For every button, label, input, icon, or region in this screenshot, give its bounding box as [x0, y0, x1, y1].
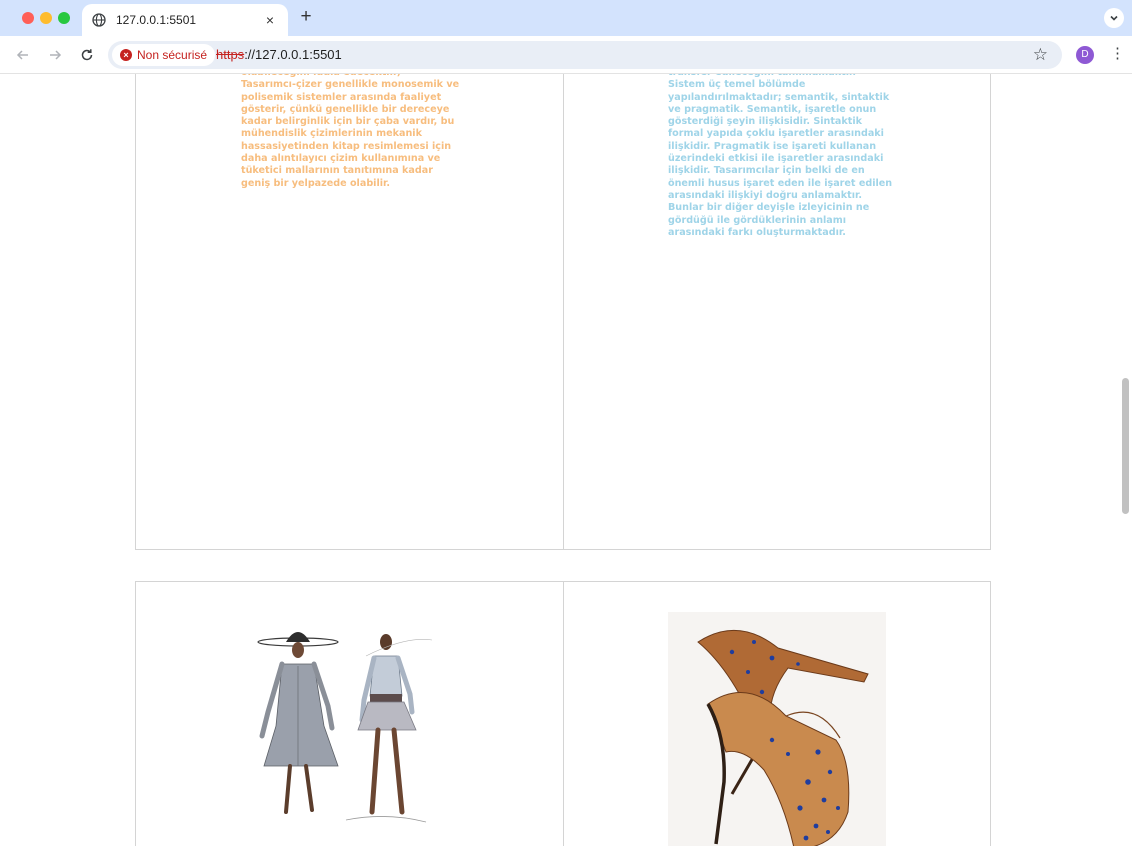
- close-window-button[interactable]: [22, 12, 34, 24]
- paragraph-line: ilişkidir. Pragmatik ise işareti kullana…: [668, 140, 877, 152]
- not-secure-icon: ×: [120, 49, 132, 61]
- kebab-menu-icon[interactable]: ⋮: [1110, 44, 1125, 62]
- star-icon[interactable]: ☆: [1033, 45, 1048, 65]
- paragraph-line: formal yapıda çoklu işaretler arasındaki: [668, 128, 884, 140]
- paragraph-line: kadar belirginlik için bir çaba vardır, …: [241, 116, 455, 128]
- tab-close-icon[interactable]: ×: [262, 12, 278, 28]
- image-cell-right: [563, 582, 990, 846]
- reload-icon: [81, 49, 93, 61]
- paragraph-line: Bunlar bir diğer deyişle izleyicinin ne: [668, 202, 870, 214]
- tab-search-button[interactable]: [1104, 8, 1124, 28]
- paragraph-line: üzerindeki etkisi ile işaretler arasında…: [668, 153, 884, 165]
- paragraph-line: daha alıntılayıcı çizim kullanımına ve: [241, 153, 441, 165]
- text-cell-right: transfer edileceğini tanımlamaktır.Siste…: [563, 74, 990, 549]
- left-paragraph: olabileceğini iddia edecektir.)Tasarımcı…: [241, 74, 466, 190]
- paragraph-line: hassasiyetinden kitap resimlemesi için: [241, 140, 452, 152]
- minimize-window-button[interactable]: [40, 12, 52, 24]
- paragraph-line: Sistem üç temel bölümde: [668, 79, 806, 91]
- paragraph-line: mühendislik çizimlerinin mekanik: [241, 128, 422, 140]
- paragraph-line: ve pragmatik. Semantik, işaretle onun: [668, 103, 877, 115]
- paragraph-line: tüketici mallarının tanıtımına kadar: [241, 165, 433, 177]
- security-indicator[interactable]: × Non sécurisé: [112, 44, 216, 66]
- scrollbar-thumb[interactable]: [1122, 378, 1129, 514]
- paragraph-line: polisemik sistemler arasında faaliyet: [241, 91, 442, 103]
- vertical-scrollbar[interactable]: [1120, 74, 1132, 846]
- paragraph-line: gösterdiği şeyin ilişkisidir. Sintaktik: [668, 116, 863, 128]
- avatar[interactable]: D: [1076, 46, 1094, 64]
- back-button[interactable]: [14, 46, 32, 64]
- paragraph-line: arasındaki ilişkiyi doğru anlamaktır.: [668, 189, 863, 201]
- paragraph-line: gördüğü ile gördüklerinin anlamı: [668, 214, 847, 226]
- chevron-down-icon: [1110, 15, 1118, 21]
- right-paragraph: transfer edileceğini tanımlamaktır.Siste…: [668, 74, 893, 239]
- page-viewport: olabileceğini iddia edecektir.)Tasarımcı…: [0, 74, 1132, 846]
- url-text[interactable]: https://127.0.0.1:5501: [216, 47, 342, 62]
- browser-tab-bar: 127.0.0.1:5501 × +: [0, 0, 1132, 36]
- globe-icon: [92, 13, 106, 27]
- forward-button[interactable]: [46, 46, 64, 64]
- url-scheme: https: [216, 47, 245, 62]
- browser-tab[interactable]: 127.0.0.1:5501 ×: [82, 4, 288, 36]
- back-arrow-icon: [16, 50, 28, 60]
- reload-button[interactable]: [78, 46, 96, 64]
- forward-arrow-icon: [50, 50, 62, 60]
- paragraph-line: Tasarımcı-çizer genellikle monosemik ve: [241, 79, 460, 91]
- paragraph-line: önemli husus işaret eden ile işaret edil…: [668, 177, 893, 189]
- image-grid-row: [135, 581, 991, 846]
- tab-title: 127.0.0.1:5501: [116, 13, 197, 27]
- fashion-sketch-image: [257, 632, 433, 823]
- maximize-window-button[interactable]: [58, 12, 70, 24]
- image-cell-left: [136, 582, 563, 846]
- address-bar[interactable]: × Non sécurisé https://127.0.0.1:5501 ☆: [108, 41, 1062, 69]
- content-grid-row: olabileceğini iddia edecektir.)Tasarımcı…: [135, 74, 991, 550]
- text-cell-left: olabileceğini iddia edecektir.)Tasarımcı…: [136, 74, 563, 549]
- paragraph-line: ilişkidir. Tasarımcılar için belki de en: [668, 165, 865, 177]
- paragraph-line: arasındaki farkı oluşturmaktadır.: [668, 226, 846, 238]
- new-tab-button[interactable]: +: [296, 7, 316, 27]
- paragraph-line: yapılandırılmaktadır; semantik, sintakti…: [668, 91, 890, 103]
- paragraph-line: gösterir, çünkü genellikle bir dereceye: [241, 103, 450, 115]
- url-host: ://127.0.0.1:5501: [244, 47, 342, 62]
- browser-toolbar: × Non sécurisé https://127.0.0.1:5501 ☆ …: [0, 36, 1132, 74]
- security-label: Non sécurisé: [137, 48, 208, 62]
- high-heel-shoes-image: [668, 612, 886, 846]
- paragraph-line: geniş bir yelpazede olabilir.: [241, 177, 391, 189]
